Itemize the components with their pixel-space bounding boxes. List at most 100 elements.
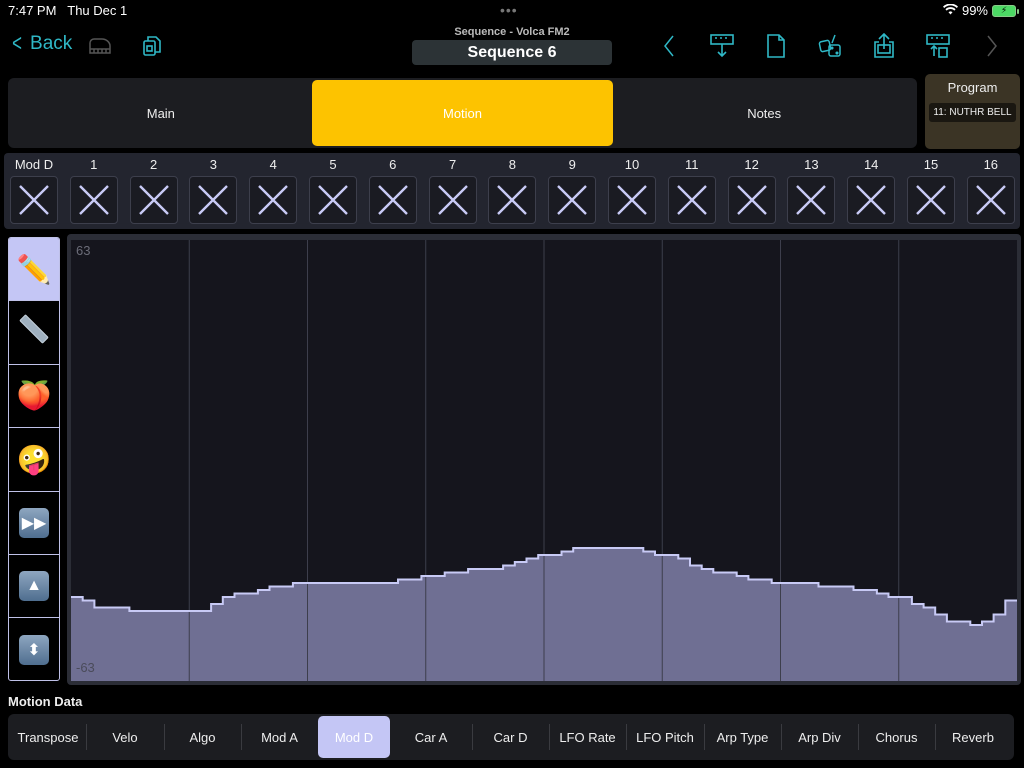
step-clear-button[interactable] [249,176,298,224]
new-document-icon[interactable] [762,32,790,60]
tab-motion[interactable]: Motion [311,80,614,146]
close-x-icon [676,185,707,215]
peach-icon: 🍑 [16,380,52,412]
program-panel[interactable]: Program 11: NUTHR BELL [925,74,1020,149]
motion-param-reverb[interactable]: Reverb [935,716,1011,758]
step-label: 6 [389,157,397,172]
close-x-icon [78,185,109,215]
fast-forward-icon: ▶▶ [19,507,49,538]
motion-param-algo[interactable]: Algo [164,716,241,758]
motion-param-transpose[interactable]: Transpose [10,716,86,758]
step-label: 13 [804,157,819,172]
status-bar: 7:47 PM Thu Dec 1 ••• 99% ⚡ [0,0,1024,22]
motion-param-car-a[interactable]: Car A [390,716,472,758]
y-max-label: 63 [76,243,90,258]
step-clear-button[interactable] [907,176,955,224]
close-x-icon [975,185,1006,215]
step-clear-button[interactable] [69,176,118,224]
step-clear-button[interactable] [129,176,178,224]
step-clear-15: 15 [906,156,956,224]
step-label: 8 [508,157,516,172]
previous-icon[interactable] [655,32,683,60]
step-label: 14 [863,157,879,172]
sequence-title[interactable]: Sequence 6 [412,40,612,65]
step-clear-12: 12 [727,156,777,224]
close-x-icon [796,185,827,215]
battery-charging-icon: ⚡ [992,4,1019,17]
step-clear-button[interactable] [787,176,836,224]
step-clear-button[interactable] [548,176,597,224]
step-clear-6: 6 [368,156,418,224]
motion-param-mod-a[interactable]: Mod A [241,716,318,758]
step-label: 7 [448,157,457,172]
randomize-dice-icon[interactable] [816,32,844,60]
step-label: Mod D [14,157,54,172]
motion-param-velo[interactable]: Velo [86,716,164,758]
motion-chart[interactable]: 63 -63 [67,234,1021,685]
step-label: 2 [149,157,158,172]
close-x-icon [377,185,408,215]
step-clear-16: 16 [966,156,1016,224]
title-area: Sequence - Volca FM2 Sequence 6 [412,26,612,65]
peach-tool[interactable]: 🍑 [9,365,59,429]
motion-param-lfo-pitch[interactable]: LFO Pitch [626,716,704,758]
motion-param-lfo-rate[interactable]: LFO Rate [549,716,626,758]
import-icon[interactable] [708,32,736,60]
step-clear-button[interactable] [368,176,417,224]
sequence-subtitle: Sequence - Volca FM2 [454,26,570,38]
expand-vertical-tool[interactable]: ⬍ [9,618,59,680]
pencil-tool[interactable]: ✏️ [9,238,59,302]
motion-param-mod-d[interactable]: Mod D [318,716,390,758]
motion-param-arp-div[interactable]: Arp Div [781,716,858,758]
close-x-icon [437,185,468,215]
battery-percent: 99% [961,3,988,18]
back-label: Back [30,33,73,54]
close-x-icon [557,185,588,215]
step-clear-7: 7 [428,156,478,224]
step-clear-button[interactable] [667,176,716,224]
close-x-icon [138,185,169,215]
motion-param-arp-type[interactable]: Arp Type [704,716,781,758]
step-clear-button[interactable] [727,176,776,224]
step-clear-10: 10 [607,156,657,224]
motion-data-selector: Transpose Velo Algo Mod A Mod D Car A Car D LFO… [8,714,1014,760]
export-icon[interactable] [924,32,952,60]
step-clear-button[interactable] [10,176,58,224]
tab-notes[interactable]: Notes [613,80,915,146]
motion-data-label: Motion Data [8,694,83,709]
crazy-face-tool[interactable]: 🤪 [9,428,59,492]
tool-palette: ✏️ 🍑 🤪 ▶▶ ▲ ⬍ [8,237,60,681]
step-clear-button[interactable] [488,176,537,224]
close-x-icon [19,185,49,215]
line-tool[interactable] [9,301,59,365]
next-icon[interactable] [978,32,1006,60]
step-label: 3 [209,157,217,172]
step-label: 16 [983,157,999,172]
step-clear-button[interactable] [966,176,1015,224]
scale-up-tool[interactable]: ▲ [9,555,59,619]
step-clear-button[interactable] [847,176,896,224]
up-down-arrow-icon: ⬍ [19,635,49,666]
tab-main[interactable]: Main [10,80,312,146]
step-label: 15 [923,157,939,172]
motion-param-car-d[interactable]: Car D [472,716,549,758]
program-value: 11: NUTHR BELL [929,103,1016,122]
step-clear-3: 3 [188,156,238,224]
motion-chart-svg[interactable]: 63 -63 [67,234,1021,685]
back-button[interactable]: < Back [10,32,72,56]
multitasking-dots-icon[interactable]: ••• [500,2,518,18]
copy-documents-icon[interactable] [138,32,166,60]
motion-param-chorus[interactable]: Chorus [858,716,935,758]
fast-forward-tool[interactable]: ▶▶ [9,492,59,555]
step-label: 1 [90,157,98,172]
keyboard-icon[interactable] [86,32,114,60]
step-clear-1: 1 [69,156,119,224]
share-icon[interactable] [870,32,898,60]
step-label: 9 [568,157,576,172]
step-clear-button[interactable] [309,176,357,224]
step-clear-row: Mod D 1 2 3 4 5 6 7 8 9 10 11 12 13 14 15 16 [4,153,1020,229]
step-clear-button[interactable] [608,176,656,224]
step-clear-button[interactable] [189,176,238,224]
step-clear-button[interactable] [428,176,477,224]
ruler-icon [17,312,51,353]
